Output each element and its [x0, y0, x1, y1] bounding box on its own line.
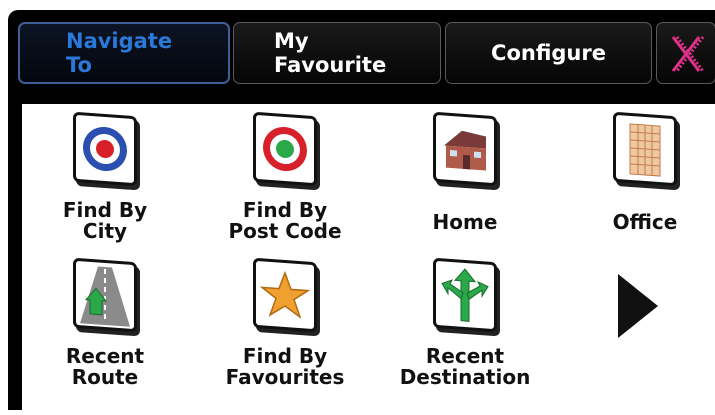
item-label-line2: City: [82, 219, 128, 243]
next-page-arrow-icon[interactable]: [616, 274, 660, 338]
find-by-city-button[interactable]: Find By City: [30, 111, 180, 254]
office-building-icon: [613, 111, 677, 187]
star-icon: [253, 257, 317, 333]
item-label-line1: Find By: [242, 344, 328, 368]
tab-navigate-to[interactable]: Navigate To: [18, 22, 230, 84]
tab-label-line1: My: [274, 29, 309, 53]
tab-label-line2: To: [66, 53, 92, 77]
item-label-line2: Destination: [399, 365, 531, 389]
tab-label: Configure: [491, 41, 606, 65]
tab-bar: Navigate To My Favourite Configure: [8, 10, 715, 96]
road-icon: [73, 257, 137, 333]
item-label-line2: Route: [71, 365, 139, 389]
house-icon: [433, 111, 497, 187]
item-label: Home: [432, 210, 498, 234]
tab-label-line2: Favourite: [274, 53, 387, 77]
tab-label-line1: Navigate: [66, 29, 173, 53]
home-button[interactable]: Home: [390, 111, 540, 254]
target-green-icon: [253, 111, 317, 187]
item-label-line2: Post Code: [228, 219, 342, 243]
menu-content: Find By City Find By Post Code Home Offi…: [22, 104, 715, 415]
item-label-line1: Find By: [242, 198, 328, 222]
item-label-line1: Recent: [65, 344, 145, 368]
target-blue-icon: [73, 111, 137, 187]
item-label: Office: [612, 210, 678, 234]
recent-destination-button[interactable]: Recent Destination: [390, 257, 540, 400]
find-by-post-code-button[interactable]: Find By Post Code: [210, 111, 360, 254]
split-arrow-icon: [433, 257, 497, 333]
recent-route-button[interactable]: Recent Route: [30, 257, 180, 400]
office-button[interactable]: Office: [570, 111, 715, 254]
item-label-line2: Favourites: [225, 365, 345, 389]
tab-my-favourite[interactable]: My Favourite: [233, 22, 441, 84]
navigation-window: Navigate To My Favourite Configure Find …: [8, 10, 715, 415]
item-label-line1: Find By: [62, 198, 148, 222]
find-by-favourites-button[interactable]: Find By Favourites: [210, 257, 360, 400]
close-button[interactable]: [656, 22, 715, 84]
item-label-line1: Recent: [425, 344, 505, 368]
x-close-icon: [671, 36, 705, 72]
tab-configure[interactable]: Configure: [445, 22, 652, 84]
